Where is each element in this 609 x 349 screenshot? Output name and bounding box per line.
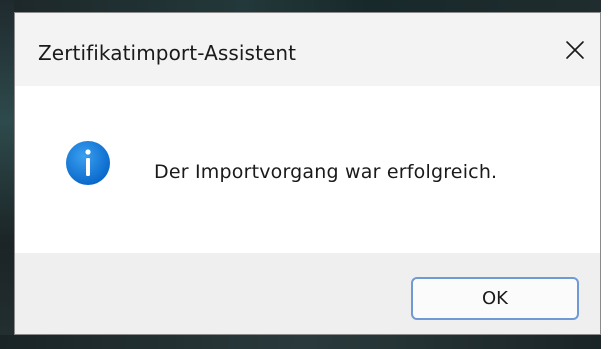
status-message: Der Importvorgang war erfolgreich. xyxy=(154,161,498,183)
close-button[interactable] xyxy=(550,27,600,73)
dialog-titlebar[interactable]: Zertifikatimport-Assistent xyxy=(15,13,600,86)
certificate-import-dialog: Zertifikatimport-Assistent Der Importvor… xyxy=(14,12,601,335)
info-icon xyxy=(66,141,110,185)
dialog-footer: OK xyxy=(15,253,600,334)
desktop-backdrop-bottom xyxy=(0,335,609,349)
ok-button[interactable]: OK xyxy=(411,277,579,320)
desktop-backdrop-left xyxy=(0,0,14,349)
dialog-content: Der Importvorgang war erfolgreich. xyxy=(15,86,600,253)
close-icon xyxy=(566,41,584,59)
desktop-backdrop-top xyxy=(0,0,609,12)
desktop-backdrop-right xyxy=(601,0,609,349)
dialog-title: Zertifikatimport-Assistent xyxy=(38,41,297,65)
